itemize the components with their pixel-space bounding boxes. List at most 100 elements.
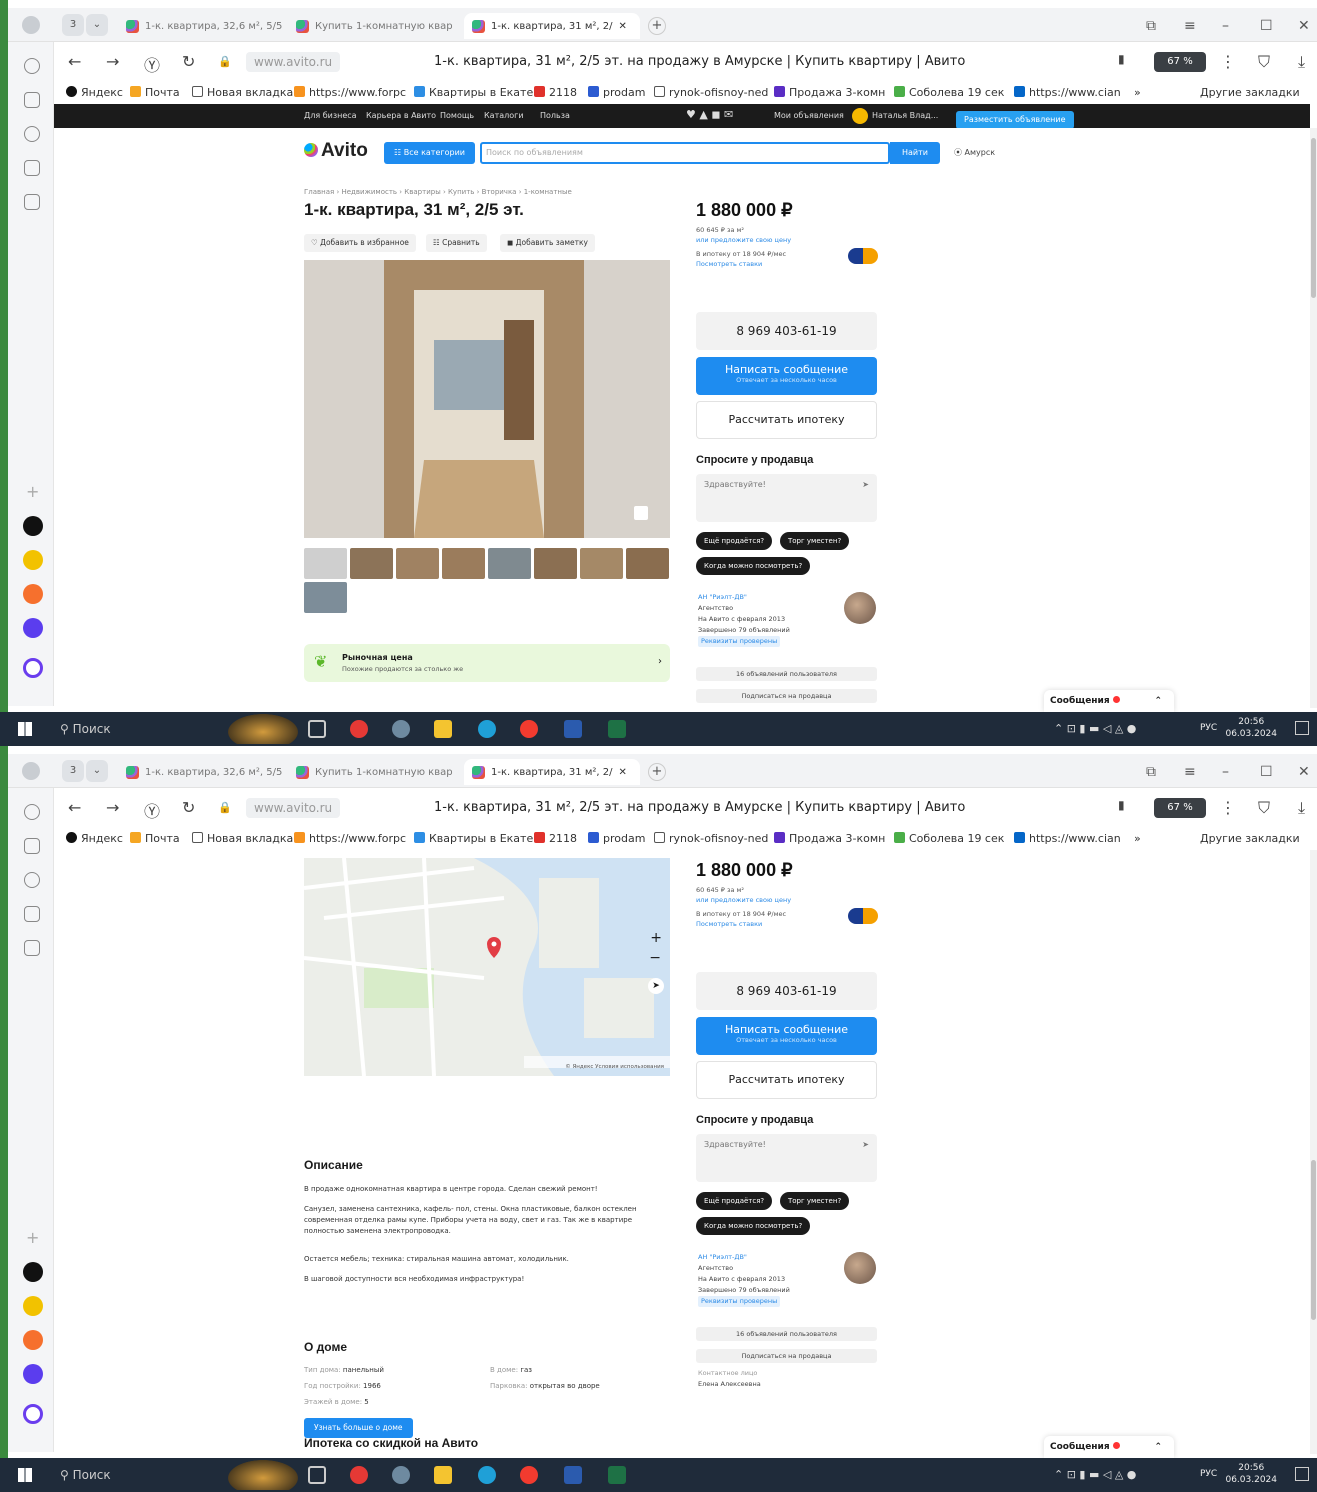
topnav-link[interactable]: Польза (540, 111, 570, 120)
word-icon[interactable] (564, 1466, 582, 1484)
scrollbar[interactable] (1310, 128, 1317, 708)
subscribe-button[interactable]: Подписаться на продавца (696, 689, 877, 703)
tab-2[interactable]: Купить 1-комнатную квар (296, 13, 456, 39)
clock[interactable]: 20:56 06.03.2024 (1225, 716, 1277, 740)
quick-question-chip[interactable]: Когда можно посмотреть? (696, 1217, 811, 1235)
yandex-icon[interactable]: Ⓨ (144, 798, 160, 822)
main-photo[interactable] (304, 260, 670, 538)
topnav-link[interactable]: Для бизнеса (304, 111, 357, 120)
explorer-icon[interactable] (434, 1466, 452, 1484)
scrollbar[interactable] (1310, 850, 1317, 1454)
messages-bar[interactable]: Сообщения ⌃ (1044, 1436, 1174, 1458)
bookmark-item[interactable]: Соболева 19 сек (894, 86, 1004, 99)
more-icon[interactable]: ⋮ (1220, 52, 1236, 71)
avito-logo[interactable]: Avito (304, 140, 368, 162)
locate-icon[interactable]: ➤ (648, 978, 664, 994)
ask-seller-input[interactable]: Здравствуйте! ➤ (696, 1134, 877, 1182)
seller-ads-button[interactable]: 16 объявлений пользователя (696, 1327, 877, 1341)
seller-avatar[interactable] (844, 1252, 876, 1284)
tab-3-active[interactable]: 1-к. квартира, 31 м², 2/✕ (464, 759, 640, 785)
quick-question-chip[interactable]: Когда можно посмотреть? (696, 557, 811, 575)
bookmark-item[interactable]: Яндекс (66, 86, 123, 99)
menu-icon[interactable]: ≡ (1184, 18, 1196, 34)
tab-group[interactable]: 3 ⌄ (62, 760, 108, 782)
close-window-icon[interactable]: ✕ (1298, 18, 1310, 34)
close-tab-icon[interactable]: ✕ (618, 21, 626, 32)
view-offers-link[interactable]: Посмотреть ставки (696, 920, 762, 928)
zoom-in-icon[interactable]: + (650, 930, 662, 946)
yandex-browser-icon[interactable] (350, 720, 368, 738)
bookmark-item[interactable]: prodam (588, 86, 645, 99)
market-price-block[interactable]: ❦ Рыночная цена Похожие продаются за сто… (304, 644, 670, 682)
quick-question-chip[interactable]: Ещё продаётся? (696, 532, 773, 550)
bookmark-item[interactable]: 2118 (534, 832, 577, 845)
chevron-down-icon[interactable]: ⌄ (86, 14, 108, 36)
find-button[interactable]: Найти (890, 142, 940, 164)
edge-icon[interactable] (478, 720, 496, 738)
word-icon[interactable] (564, 720, 582, 738)
topnav-link[interactable]: Каталоги (484, 111, 524, 120)
thumbnail[interactable] (350, 548, 393, 579)
download-icon[interactable]: ⤓ (1298, 52, 1305, 72)
my-ads-link[interactable]: Мои объявления (774, 111, 844, 120)
thumbnail[interactable] (442, 548, 485, 579)
download-icon[interactable]: ⤓ (1298, 798, 1305, 818)
maximize-icon[interactable]: ☐ (1260, 18, 1273, 34)
chevron-down-icon[interactable]: ⌄ (86, 760, 108, 782)
bookmark-icon[interactable]: ▮ (1118, 52, 1125, 66)
taskbar-search[interactable]: ⚲ Поиск (52, 716, 222, 742)
avatar[interactable] (852, 108, 868, 124)
bookmark-item[interactable]: https://www.cian (1014, 86, 1121, 99)
bookmark-item[interactable]: rynok-ofisnoy-ned (654, 832, 768, 845)
bookmark-item[interactable]: 2118 (534, 86, 577, 99)
bookmark-item[interactable]: Почта (130, 86, 180, 99)
location-map[interactable]: + − ➤ © Яндекс Условия использования (304, 858, 670, 1076)
subscribe-button[interactable]: Подписаться на продавца (696, 1349, 877, 1363)
language-indicator[interactable]: РУС (1200, 723, 1217, 733)
history-icon[interactable] (24, 58, 40, 74)
quick-question-chip[interactable]: Торг уместен? (780, 532, 850, 550)
yandex-icon[interactable] (520, 720, 538, 738)
screenshot-icon[interactable] (24, 940, 40, 956)
profile-icon[interactable] (22, 16, 40, 34)
collections-icon[interactable] (24, 92, 40, 108)
new-tab-icon[interactable]: + (648, 763, 666, 781)
add-panel-icon[interactable]: + (26, 482, 39, 501)
map-attribution[interactable]: © Яндекс Условия использования (565, 1064, 664, 1070)
zoom-badge[interactable]: 67 % (1154, 798, 1206, 818)
app-icon-5[interactable] (23, 1404, 43, 1424)
thumbnail[interactable] (626, 548, 669, 579)
all-categories-button[interactable]: ☷ Все категории (384, 142, 475, 164)
search-input[interactable]: Поиск по объявлениям (480, 142, 890, 164)
windows-start-icon[interactable] (18, 722, 32, 736)
protect-icon[interactable]: ⛉ (1258, 52, 1270, 72)
thumbnail[interactable] (488, 548, 531, 579)
app-icon-5[interactable] (23, 658, 43, 678)
app-icon-1[interactable] (23, 516, 43, 536)
topnav-link[interactable]: Карьера в Авито (366, 111, 436, 120)
yandex-browser-icon[interactable] (350, 1466, 368, 1484)
taskbar-search[interactable]: ⚲ Поиск (52, 1462, 222, 1488)
bookmark-item[interactable]: Яндекс (66, 832, 123, 845)
task-view-icon[interactable] (308, 1466, 326, 1484)
minimize-icon[interactable]: – (1222, 18, 1229, 34)
compare-button[interactable]: ☷ Сравнить (426, 234, 487, 252)
yandex-icon[interactable]: Ⓨ (144, 52, 160, 76)
app-icon-4[interactable] (23, 1364, 43, 1384)
close-tab-icon[interactable]: ✕ (618, 767, 626, 778)
tab-1[interactable]: 1-к. квартира, 32,6 м², 5/5 (126, 13, 286, 39)
app-icon-4[interactable] (23, 618, 43, 638)
phone-button[interactable]: 8 969 403-61-19 (696, 312, 877, 350)
app-icon[interactable] (392, 1466, 410, 1484)
tab-1[interactable]: 1-к. квартира, 32,6 м², 5/5 (126, 759, 286, 785)
overflow-icon[interactable]: » (1134, 86, 1141, 99)
weather-widget-icon[interactable] (228, 714, 298, 744)
calc-mortgage-button[interactable]: Рассчитать ипотеку (696, 401, 877, 439)
bookmark-item[interactable]: Соболева 19 сек (894, 832, 1004, 845)
language-indicator[interactable]: РУС (1200, 1469, 1217, 1479)
forward-icon[interactable]: → (106, 52, 119, 71)
reload-icon[interactable]: ↻ (182, 52, 195, 71)
offer-price-link[interactable]: или предложите свою цену (696, 896, 791, 904)
other-bookmarks[interactable]: Другие закладки (1200, 832, 1300, 845)
weather-widget-icon[interactable] (228, 1460, 298, 1490)
